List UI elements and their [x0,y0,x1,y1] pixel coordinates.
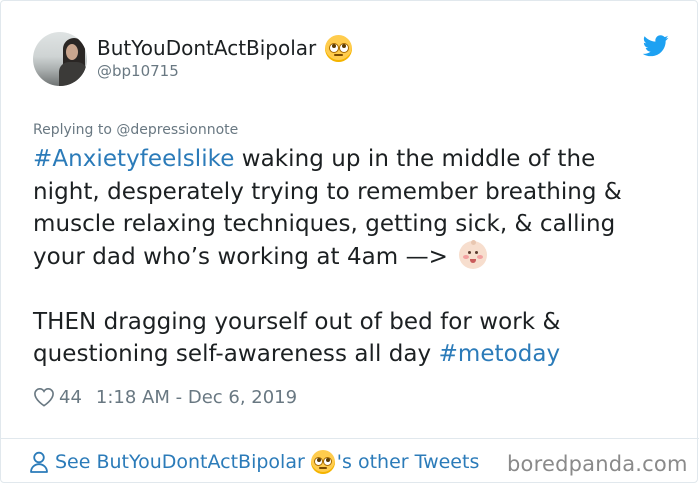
tweet-line-2: night, desperately trying to remember br… [33,178,622,205]
author-handle[interactable]: @bp10715 [97,62,179,80]
hashtag-anxietyfeelslike[interactable]: #Anxietyfeelslike [33,146,234,172]
avatar-face [66,44,78,60]
face-with-rolling-eyes-icon [325,34,353,62]
tweet-text: #Anxietyfeelslike waking up in the middl… [33,143,673,371]
tweet-line-6-text: questioning self-awareness all day [33,341,439,367]
tweet-line-1: #Anxietyfeelslike waking up in the middl… [33,143,673,176]
tweet-meta: 44 1:18 AM - Dec 6, 2019 [33,385,297,409]
avatar-body [59,62,87,86]
tweet-line-6: questioning self-awareness all day #meto… [33,338,673,371]
author-name-row[interactable]: ButYouDontActBipolar [97,34,353,62]
person-icon [30,451,48,473]
face-with-rolling-eyes-icon [310,450,335,474]
tweet-line-4-text: your dad who’s working at 4am —> [33,243,456,270]
see-other-tweets-link[interactable]: See ButYouDontActBipolar 's other Tweets [29,449,479,475]
tweet-card: ButYouDontActBipolar @bp10715 Replying t… [0,0,699,483]
like-count[interactable]: 44 [59,387,82,408]
replying-to-text[interactable]: Replying to @depressionnote [33,122,238,138]
tweet-line-4: your dad who’s working at 4am —> [33,239,673,274]
heart-icon[interactable] [33,387,55,407]
tweet-line-1-text: waking up in the middle of the [234,146,596,172]
tweet-timestamp[interactable]: 1:18 AM - Dec 6, 2019 [96,387,297,408]
footer-divider [1,438,699,439]
hashtag-metoday[interactable]: #metoday [439,341,561,367]
twitter-bird-icon[interactable] [643,35,669,57]
tweet-line-3: muscle relaxing techniques, getting sick… [33,211,616,237]
author-display-name[interactable]: ButYouDontActBipolar [97,36,316,60]
watermark: boredpanda.com [507,452,688,476]
baby-face-icon [459,239,488,269]
tweet-line-5: THEN dragging yourself out of bed for wo… [33,308,561,335]
see-other-tweets-prefix[interactable]: See ButYouDontActBipolar [55,451,305,473]
see-other-tweets-suffix[interactable]: 's other Tweets [337,451,480,473]
avatar[interactable] [33,32,87,86]
